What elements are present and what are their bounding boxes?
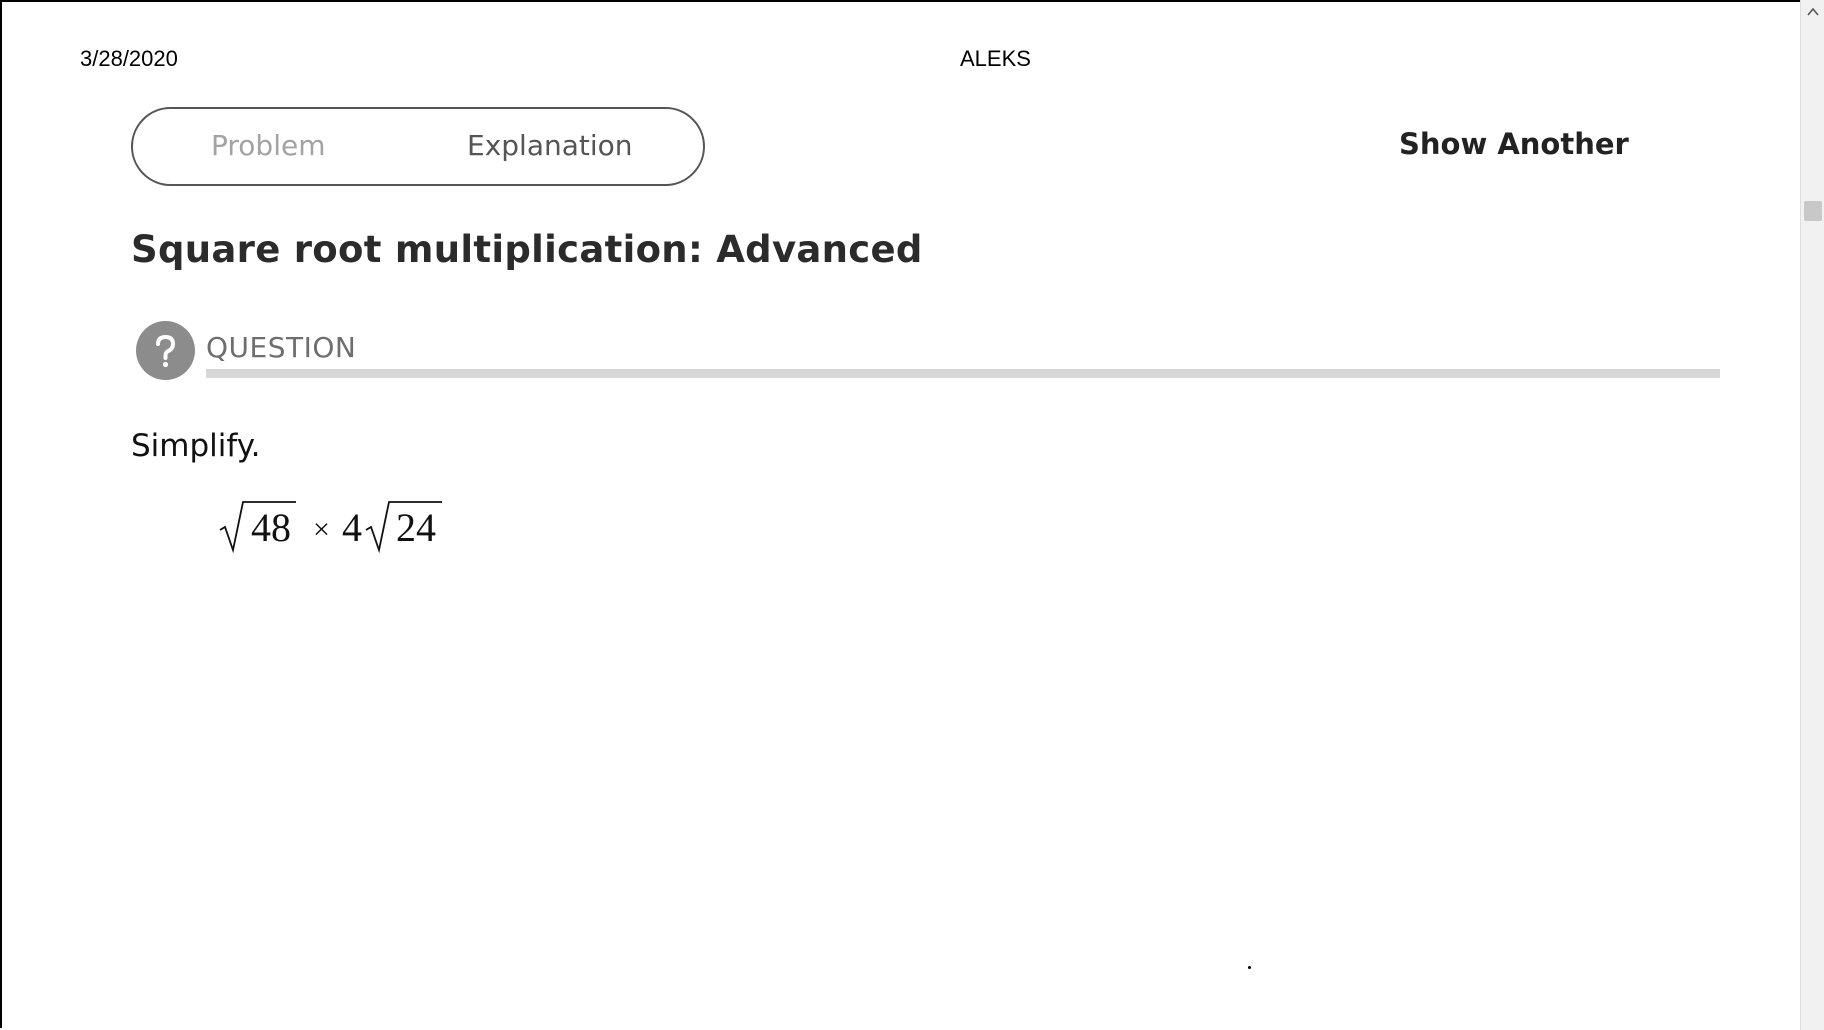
tab-explanation[interactable]: Explanation (467, 129, 633, 162)
section-label-question: QUESTION (206, 331, 357, 364)
math-expression: 48 × 4 24 (218, 498, 458, 558)
vertical-scrollbar[interactable] (1800, 0, 1824, 1030)
chevron-up-icon[interactable] (1805, 4, 1821, 18)
page-title: Square root multiplication: Advanced (131, 228, 923, 271)
tab-problem[interactable]: Problem (211, 129, 325, 162)
radicand-1: 48 (251, 505, 291, 550)
instruction-text: Simplify. (131, 428, 261, 464)
artifact-dot (1248, 966, 1251, 969)
coefficient-2: 4 (342, 505, 362, 550)
print-date: 3/28/2020 (80, 46, 178, 71)
section-divider (206, 369, 1720, 378)
problem-explanation-toggle: Problem Explanation (131, 107, 705, 186)
show-another-button[interactable]: Show Another (1399, 127, 1629, 161)
question-mark-circle-icon (136, 321, 195, 380)
print-title: ALEKS (960, 46, 1031, 71)
times-operator: × (313, 513, 330, 546)
radicand-2: 24 (396, 505, 436, 550)
scroll-thumb[interactable] (1804, 201, 1822, 221)
